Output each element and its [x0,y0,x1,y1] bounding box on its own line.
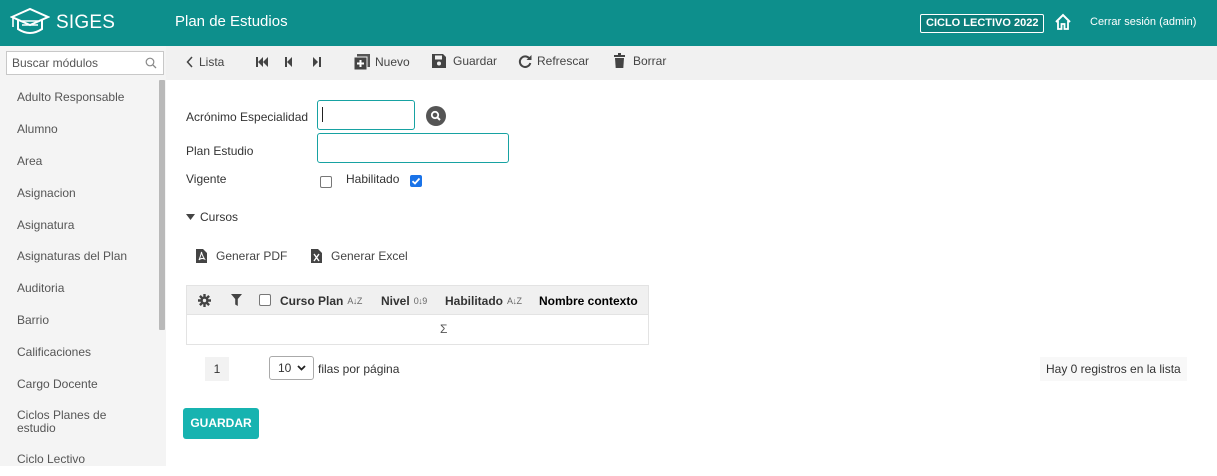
column-nivel-label: Nivel [381,294,410,308]
cursos-table: Curso Plan A↓Z Nivel 0↓9 Habilitado A↓Z … [186,285,649,345]
sidebar-item-ciclos-planes-de-estudio[interactable]: Ciclos Planes de estudio [0,400,120,444]
plus-square-icon [354,54,370,70]
logout-link[interactable]: Cerrar sesión (admin) [1090,16,1196,28]
sidebar-item-area[interactable]: Area [0,146,158,178]
delete-label: Borrar [633,53,667,68]
vigente-label: Vigente [186,172,227,186]
next-record-button[interactable] [313,57,321,67]
chevron-left-icon [186,56,193,68]
vigente-checkbox[interactable] [320,176,332,188]
caret-down-icon [186,214,195,220]
sidebar-item-ciclo-lectivo[interactable]: Ciclo Lectivo [0,444,158,476]
previous-record-icon [285,57,292,67]
graduation-cap-icon [10,7,50,34]
pdf-file-icon [196,249,207,263]
delete-button[interactable]: Borrar [614,53,666,68]
module-search [6,51,164,75]
list-button[interactable]: Lista [186,55,224,69]
first-record-button[interactable] [256,57,268,67]
sidebar-scrollbar[interactable] [159,80,165,330]
sort-alpha-icon: A↓Z [507,296,522,306]
sidebar-item-barrio[interactable]: Barrio [0,305,158,337]
habilitado-label: Habilitado [346,172,400,186]
home-icon[interactable] [1054,13,1072,31]
sidebar-item-cargo-docente[interactable]: Cargo Docente [0,368,158,400]
trash-icon [614,53,625,68]
gear-icon[interactable] [198,294,211,307]
sidebar-item-asignaturas-del-plan[interactable]: Asignaturas del Plan [0,241,158,273]
refresh-label: Refrescar [537,54,590,68]
column-nombre-contexto-label: Nombre contexto [539,294,638,308]
column-nombre-contexto[interactable]: Nombre contexto [539,294,638,308]
rows-per-page-label: filas por página [318,362,400,376]
new-label: Nuevo [375,55,410,69]
column-habilitado-label: Habilitado [445,294,504,308]
refresh-button[interactable]: Refrescar [518,54,589,68]
generate-excel-button[interactable]: Generar Excel [311,249,408,263]
cursos-section-label: Cursos [200,210,239,224]
column-nivel[interactable]: Nivel 0↓9 [381,294,427,308]
page-title: Plan de Estudios [175,13,288,30]
text-cursor [322,107,323,122]
cursos-section-toggle[interactable]: Cursos [186,210,238,224]
record-count: Hay 0 registros en la lista [1040,357,1187,381]
save-toolbar-label: Guardar [453,54,498,68]
app-logo[interactable]: SIGES [10,7,115,39]
generate-pdf-button[interactable]: Generar PDF [196,249,287,263]
habilitado-checkbox[interactable] [410,175,422,187]
floppy-disk-icon [432,54,446,68]
previous-record-button[interactable] [285,57,293,67]
rows-per-page-select[interactable]: 10 [269,356,314,380]
filter-icon[interactable] [231,294,242,306]
search-icon [430,110,441,121]
module-menu: Adulto Responsable Alumno Area Asignacio… [0,82,158,476]
generate-excel-label: Generar Excel [331,249,408,263]
next-record-icon [313,57,321,67]
sidebar-item-adulto-responsable[interactable]: Adulto Responsable [0,82,158,114]
column-curso-plan[interactable]: Curso Plan A↓Z [280,294,362,308]
column-habilitado[interactable]: Habilitado A↓Z [445,294,522,308]
lookup-button[interactable] [426,106,446,126]
checkmark-icon [411,177,421,185]
sidebar-item-auditoria[interactable]: Auditoria [0,273,158,305]
toolbar: Lista Nuevo Guardar Refrescar Borrar [166,46,1217,80]
module-search-input[interactable] [7,52,137,74]
select-all-checkbox[interactable] [259,294,271,306]
chevron-down-icon [297,365,306,371]
sidebar-item-asignacion[interactable]: Asignacion [0,177,158,209]
refresh-icon [518,55,532,68]
new-button[interactable]: Nuevo [354,54,410,70]
generate-pdf-label: Generar PDF [216,249,288,263]
rows-per-page-value: 10 [278,361,292,375]
sort-alpha-icon: A↓Z [347,296,362,306]
first-record-icon [256,57,268,67]
app-name: SIGES [56,12,116,33]
sidebar-item-calificaciones[interactable]: Calificaciones [0,336,158,368]
sidebar-item-alumno[interactable]: Alumno [0,114,158,146]
list-label: Lista [199,55,225,69]
top-header: SIGES Plan de Estudios CICLO LECTIVO 202… [0,0,1217,46]
page-number-button[interactable]: 1 [205,357,229,381]
ciclo-lectivo-badge[interactable]: CICLO LECTIVO 2022 [920,14,1045,33]
sidebar-item-asignatura[interactable]: Asignatura [0,209,158,241]
column-curso-plan-label: Curso Plan [280,294,344,308]
sort-numeric-icon: 0↓9 [413,296,428,306]
search-icon[interactable] [145,57,157,69]
excel-file-icon [311,249,322,263]
acronimo-field[interactable] [317,100,415,130]
acronimo-label: Acrónimo Especialidad [186,110,309,124]
plan-estudio-label: Plan Estudio [186,144,254,158]
save-toolbar-button[interactable]: Guardar [432,54,497,68]
plan-estudio-field[interactable] [317,133,509,163]
table-footer-sum: Σ [440,322,448,336]
save-button[interactable]: GUARDAR [183,408,259,439]
table-header: Curso Plan A↓Z Nivel 0↓9 Habilitado A↓Z … [187,286,648,315]
sidebar: Adulto Responsable Alumno Area Asignacio… [0,46,166,466]
